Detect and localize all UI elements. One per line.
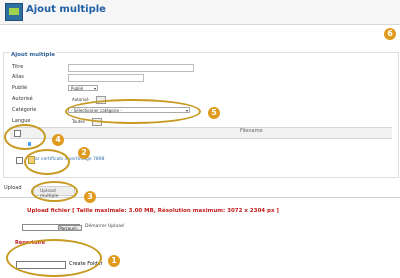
- annotation-badge-5: 5: [208, 107, 220, 119]
- browse-button[interactable]: Parcourir...: [58, 225, 82, 231]
- tab-upload[interactable]: Upload: [4, 185, 22, 191]
- annotation-badge-1: 1: [108, 255, 120, 267]
- annotation-badge-2: 2: [78, 147, 90, 159]
- annotation-badge-4: 4: [52, 134, 64, 146]
- alias-label: Alias: [12, 74, 24, 80]
- autorise-value: Autorisé: [72, 97, 89, 102]
- annotation-ring-3: [31, 181, 78, 202]
- start-upload-button[interactable]: Démarrer Upload: [85, 224, 124, 229]
- upload-title: Upload fichier [ Taille maximale: 3.00 M…: [27, 208, 279, 214]
- annotation-badge-3: 3: [84, 191, 96, 203]
- publie-label: Publié: [12, 85, 28, 91]
- autorise-label: Autorisé: [12, 96, 33, 102]
- titre-input[interactable]: [68, 64, 194, 72]
- module-icon: [5, 3, 23, 21]
- annotation-ring-1: [6, 239, 102, 277]
- alias-input[interactable]: [68, 74, 144, 82]
- annotation-ring-4: [4, 124, 46, 150]
- file-table-header: [10, 127, 392, 139]
- publie-select-value: Publié: [71, 86, 84, 91]
- form-legend: Ajout multiple: [10, 52, 56, 58]
- page-title: Ajout multiple: [26, 4, 106, 15]
- langue-label: Langue: [12, 118, 31, 124]
- chevron-down-icon: ▾: [93, 86, 96, 91]
- file-row-checkbox[interactable]: [16, 157, 23, 164]
- filename-header: Filename: [240, 128, 263, 134]
- page-root: { "header": { "title": "Ajout multiple" …: [0, 0, 400, 278]
- categorie-label: Catégorie: [12, 107, 37, 113]
- annotation-ring-5: [65, 99, 201, 124]
- publie-select[interactable]: Publié ▾: [68, 85, 98, 91]
- titre-label: Titre: [12, 64, 24, 70]
- annotation-badge-6: 6: [384, 28, 396, 40]
- annotation-ring-2: [24, 149, 70, 175]
